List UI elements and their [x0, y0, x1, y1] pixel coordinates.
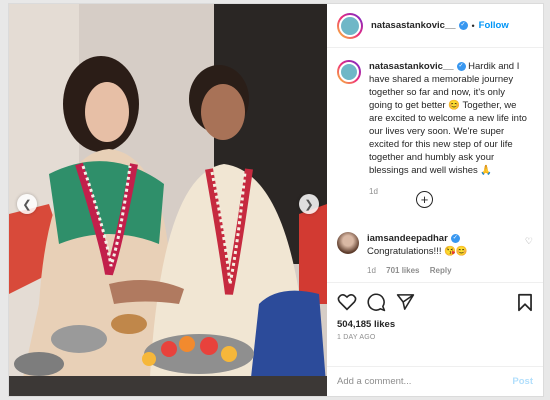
caption-text: Hardik and I have shared a memorable jou… [369, 61, 527, 176]
post-button[interactable]: Post [512, 376, 533, 387]
post-timestamp: 1 DAY AGO [337, 334, 376, 341]
comment-age: 1d [367, 266, 376, 275]
comments-section: natasastankovic__ ✓ Hardik and I have sha… [327, 48, 543, 282]
avatar[interactable] [337, 12, 363, 39]
caption-username[interactable]: natasastankovic__ [369, 61, 454, 72]
comment-item: iamsandeepadhar ✓ Congratulations!!! 😘😊 1… [337, 232, 533, 277]
post-photo[interactable]: ❮ ❯ [9, 4, 327, 396]
likes-count[interactable]: 504,185 likes [337, 319, 533, 330]
comment-username[interactable]: iamsandeepadhar [367, 233, 448, 244]
comment-text: Congratulations!!! 😘😊 [367, 246, 468, 257]
caption-age: 1d [369, 187, 378, 196]
post-header: natasastankovic__ ✓ • Follow [327, 4, 543, 48]
add-comment-bar: Post [327, 366, 543, 396]
comment-icon[interactable] [367, 293, 386, 312]
chevron-right-icon[interactable]: ❯ [299, 194, 319, 214]
share-icon[interactable] [396, 293, 415, 311]
couple-ceremony-photo [9, 4, 327, 396]
heart-icon[interactable] [337, 293, 357, 311]
verified-icon: ✓ [450, 233, 460, 243]
username-link[interactable]: natasastankovic__ [371, 20, 456, 31]
bookmark-icon[interactable] [517, 293, 533, 312]
heart-icon[interactable]: ♡ [525, 236, 533, 277]
avatar[interactable] [337, 232, 359, 254]
caption: natasastankovic__ ✓ Hardik and I have sha… [337, 60, 533, 198]
comment-likes[interactable]: 701 likes [386, 266, 419, 275]
separator-dot: • [471, 20, 475, 31]
verified-icon: ✓ [458, 21, 468, 30]
post-sidebar: natasastankovic__ ✓ • Follow natasastank… [327, 4, 543, 396]
comment-input[interactable] [337, 376, 513, 387]
reply-button[interactable]: Reply [430, 266, 452, 275]
plus-circle-icon[interactable]: + [416, 191, 433, 208]
follow-button[interactable]: Follow [479, 20, 509, 31]
verified-icon: ✓ [456, 61, 466, 71]
chevron-left-icon[interactable]: ❮ [17, 194, 37, 214]
instagram-post: ❮ ❯ natasastankovic__ ✓ • Follow natasas… [8, 3, 544, 397]
action-bar: 504,185 likes 1 DAY AGO [327, 282, 543, 366]
avatar[interactable] [337, 60, 361, 84]
